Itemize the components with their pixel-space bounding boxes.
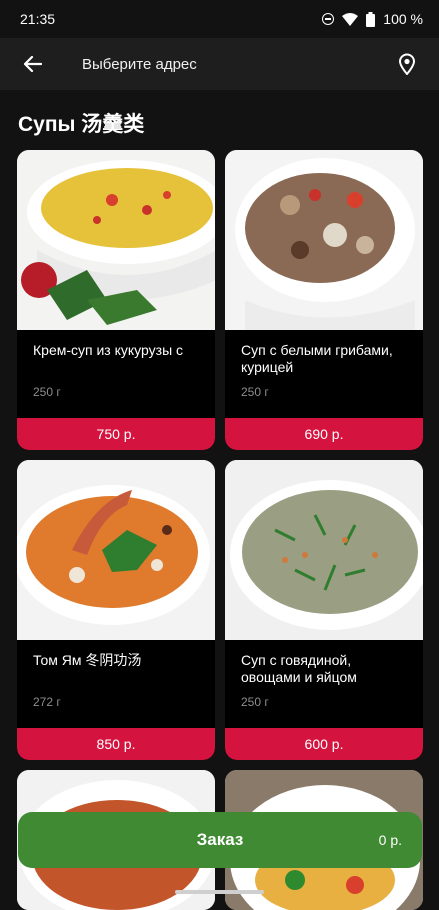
product-name: Суп с белыми грибами, курицей — [241, 342, 393, 375]
location-pin-icon — [398, 53, 416, 75]
product-weight: 250 г — [241, 695, 269, 709]
do-not-disturb-icon — [322, 13, 335, 25]
price-button[interactable]: 600 р. — [225, 728, 423, 760]
battery-icon — [366, 11, 376, 27]
product-card[interactable]: Суп с белыми грибами, курицей 250 г 690 … — [225, 150, 423, 450]
product-name: Том Ям 冬阴功汤 — [33, 652, 142, 668]
wifi-icon — [342, 12, 359, 26]
order-label: Заказ — [196, 830, 244, 849]
battery-level: 100 % — [383, 11, 423, 27]
product-grid: Крем-суп из кукурузы с 250 г 750 р. Суп … — [17, 150, 423, 910]
price-button[interactable]: 850 р. — [17, 728, 215, 760]
product-image — [225, 460, 423, 640]
arrow-left-icon — [23, 55, 42, 73]
product-weight: 250 г — [33, 385, 61, 399]
order-button[interactable]: Заказ 0 р. — [18, 812, 422, 868]
product-weight: 272 г — [33, 695, 61, 709]
address-selector[interactable]: Выберите адрес — [82, 56, 387, 73]
section-title: Супы 汤羹类 — [18, 113, 145, 136]
price-button[interactable]: 690 р. — [225, 418, 423, 450]
status-bar: 21:35 100 % — [0, 0, 439, 38]
product-image — [225, 150, 423, 330]
price-button[interactable]: 750 р. — [17, 418, 215, 450]
navigation-handle[interactable] — [175, 890, 264, 894]
product-weight: 250 г — [241, 385, 269, 399]
product-image — [17, 460, 215, 640]
back-button[interactable] — [6, 38, 58, 90]
product-card[interactable]: Крем-суп из кукурузы с 250 г 750 р. — [17, 150, 215, 450]
product-name: Крем-суп из кукурузы с — [33, 342, 184, 358]
location-button[interactable] — [387, 38, 427, 90]
product-name: Суп с говядиной, овощами и яйцом — [241, 652, 357, 685]
status-time: 21:35 — [20, 11, 56, 27]
product-image — [17, 150, 215, 330]
product-card[interactable]: Том Ям 冬阴功汤 272 г 850 р. — [17, 460, 215, 760]
app-bar: Выберите адрес — [0, 38, 439, 90]
order-total: 0 р. — [378, 832, 402, 848]
status-icons: 100 % — [322, 11, 423, 27]
product-card[interactable]: Суп с говядиной, овощами и яйцом 250 г 6… — [225, 460, 423, 760]
